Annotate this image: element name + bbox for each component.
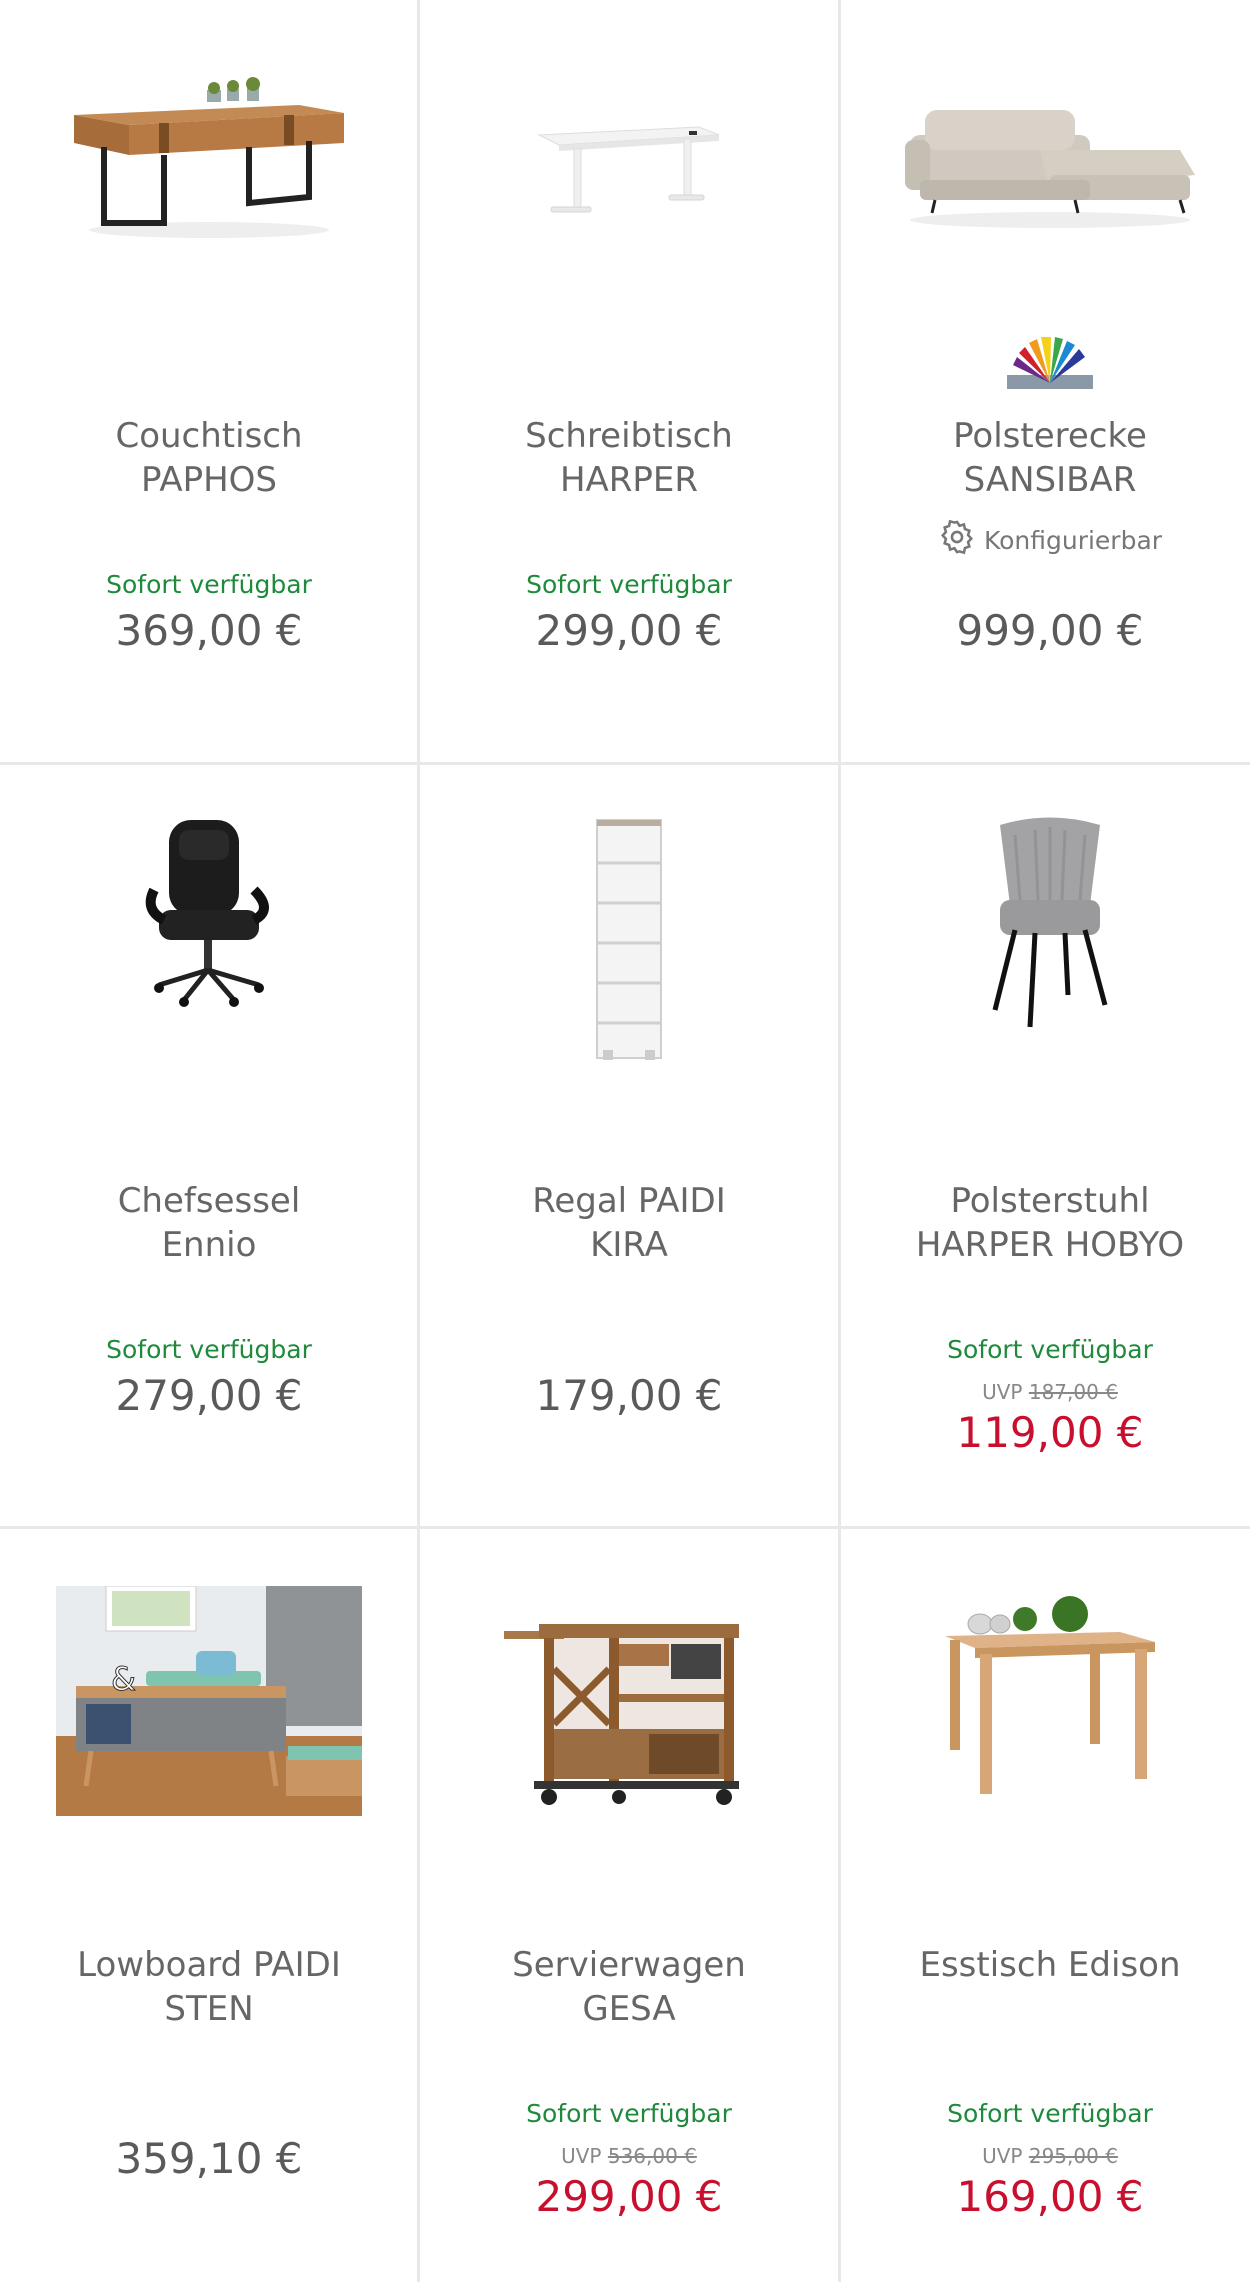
availability-label: Sofort verfügbar — [106, 570, 312, 599]
product-card-esstisch-edison[interactable]: Esstisch Edison Sofort verfügbar UVP 295… — [841, 1529, 1250, 2291]
product-title[interactable]: Lowboard PAIDI STEN — [14, 1943, 404, 2031]
upholstered-chair-image[interactable] — [841, 815, 1250, 1035]
sale-price: 169,00 € — [956, 2172, 1144, 2221]
dining-table-image[interactable] — [841, 1594, 1250, 1804]
availability-label: Sofort verfügbar — [947, 2099, 1153, 2128]
price: 179,00 € — [535, 1371, 723, 1420]
availability-label: Sofort verfügbar — [106, 1335, 312, 1364]
sale-price: 119,00 € — [956, 1408, 1144, 1457]
product-title[interactable]: Esstisch Edison — [855, 1943, 1245, 1987]
sofa-image[interactable] — [841, 90, 1250, 250]
price: 299,00 € — [535, 606, 723, 655]
availability-label: Sofort verfügbar — [947, 1335, 1153, 1364]
product-card-regal-paidi-kira[interactable]: Regal PAIDI KIRA 179,00 € — [420, 765, 838, 1527]
availability-label: Sofort verfügbar — [526, 570, 732, 599]
office-chair-image[interactable] — [0, 810, 418, 1010]
sale-price: 299,00 € — [535, 2172, 723, 2221]
product-card-servierwagen-gesa[interactable]: Servierwagen GESA Sofort verfügbar UVP 5… — [420, 1529, 838, 2291]
gear-icon — [938, 518, 976, 562]
product-card-lowboard-paidi-sten[interactable]: & Lowboard PAIDI STEN 359,10 € — [0, 1529, 418, 2291]
uvp-price: UVP 295,00 € — [982, 2144, 1118, 2168]
product-title[interactable]: Regal PAIDI KIRA — [434, 1179, 824, 1267]
product-title[interactable]: Polsterstuhl HARPER HOBYO — [855, 1179, 1245, 1267]
product-card-schreibtisch-harper[interactable]: Schreibtisch HARPER Sofort verfügbar 299… — [420, 0, 838, 762]
serving-cart-image[interactable] — [420, 1609, 838, 1809]
uvp-price: UVP 187,00 € — [982, 1380, 1118, 1404]
product-title[interactable]: Polsterecke SANSIBAR — [855, 414, 1245, 502]
product-title[interactable]: Couchtisch PAPHOS — [14, 414, 404, 502]
price: 279,00 € — [115, 1371, 303, 1420]
product-grid: Couchtisch PAPHOS Sofort verfügbar 369,0… — [0, 0, 1250, 2282]
configurable-badge: Konfigurierbar — [841, 518, 1250, 562]
uvp-price: UVP 536,00 € — [561, 2144, 697, 2168]
product-card-chefsessel-ennio[interactable]: Chefsessel Ennio Sofort verfügbar 279,00… — [0, 765, 418, 1527]
product-card-polsterstuhl-harper-hobyo[interactable]: Polsterstuhl HARPER HOBYO Sofort verfügb… — [841, 765, 1250, 1527]
product-title[interactable]: Schreibtisch HARPER — [434, 414, 824, 502]
svg-text:&: & — [111, 1660, 136, 1698]
availability-label: Sofort verfügbar — [526, 2099, 732, 2128]
color-fan-icon — [841, 335, 1250, 395]
price: 369,00 € — [115, 606, 303, 655]
price: 359,10 € — [115, 2134, 303, 2183]
lowboard-image[interactable]: & — [0, 1585, 418, 1817]
price: 999,00 € — [956, 606, 1144, 655]
product-title[interactable]: Chefsessel Ennio — [14, 1179, 404, 1267]
coffee-table-image[interactable] — [0, 70, 418, 250]
product-title[interactable]: Servierwagen GESA — [434, 1943, 824, 2031]
desk-image[interactable] — [420, 100, 838, 240]
product-card-couchtisch-paphos[interactable]: Couchtisch PAPHOS Sofort verfügbar 369,0… — [0, 0, 418, 762]
product-card-polsterecke-sansibar[interactable]: Polsterecke SANSIBAR Konfigurierbar 999,… — [841, 0, 1250, 762]
shelf-image[interactable] — [420, 815, 838, 1065]
